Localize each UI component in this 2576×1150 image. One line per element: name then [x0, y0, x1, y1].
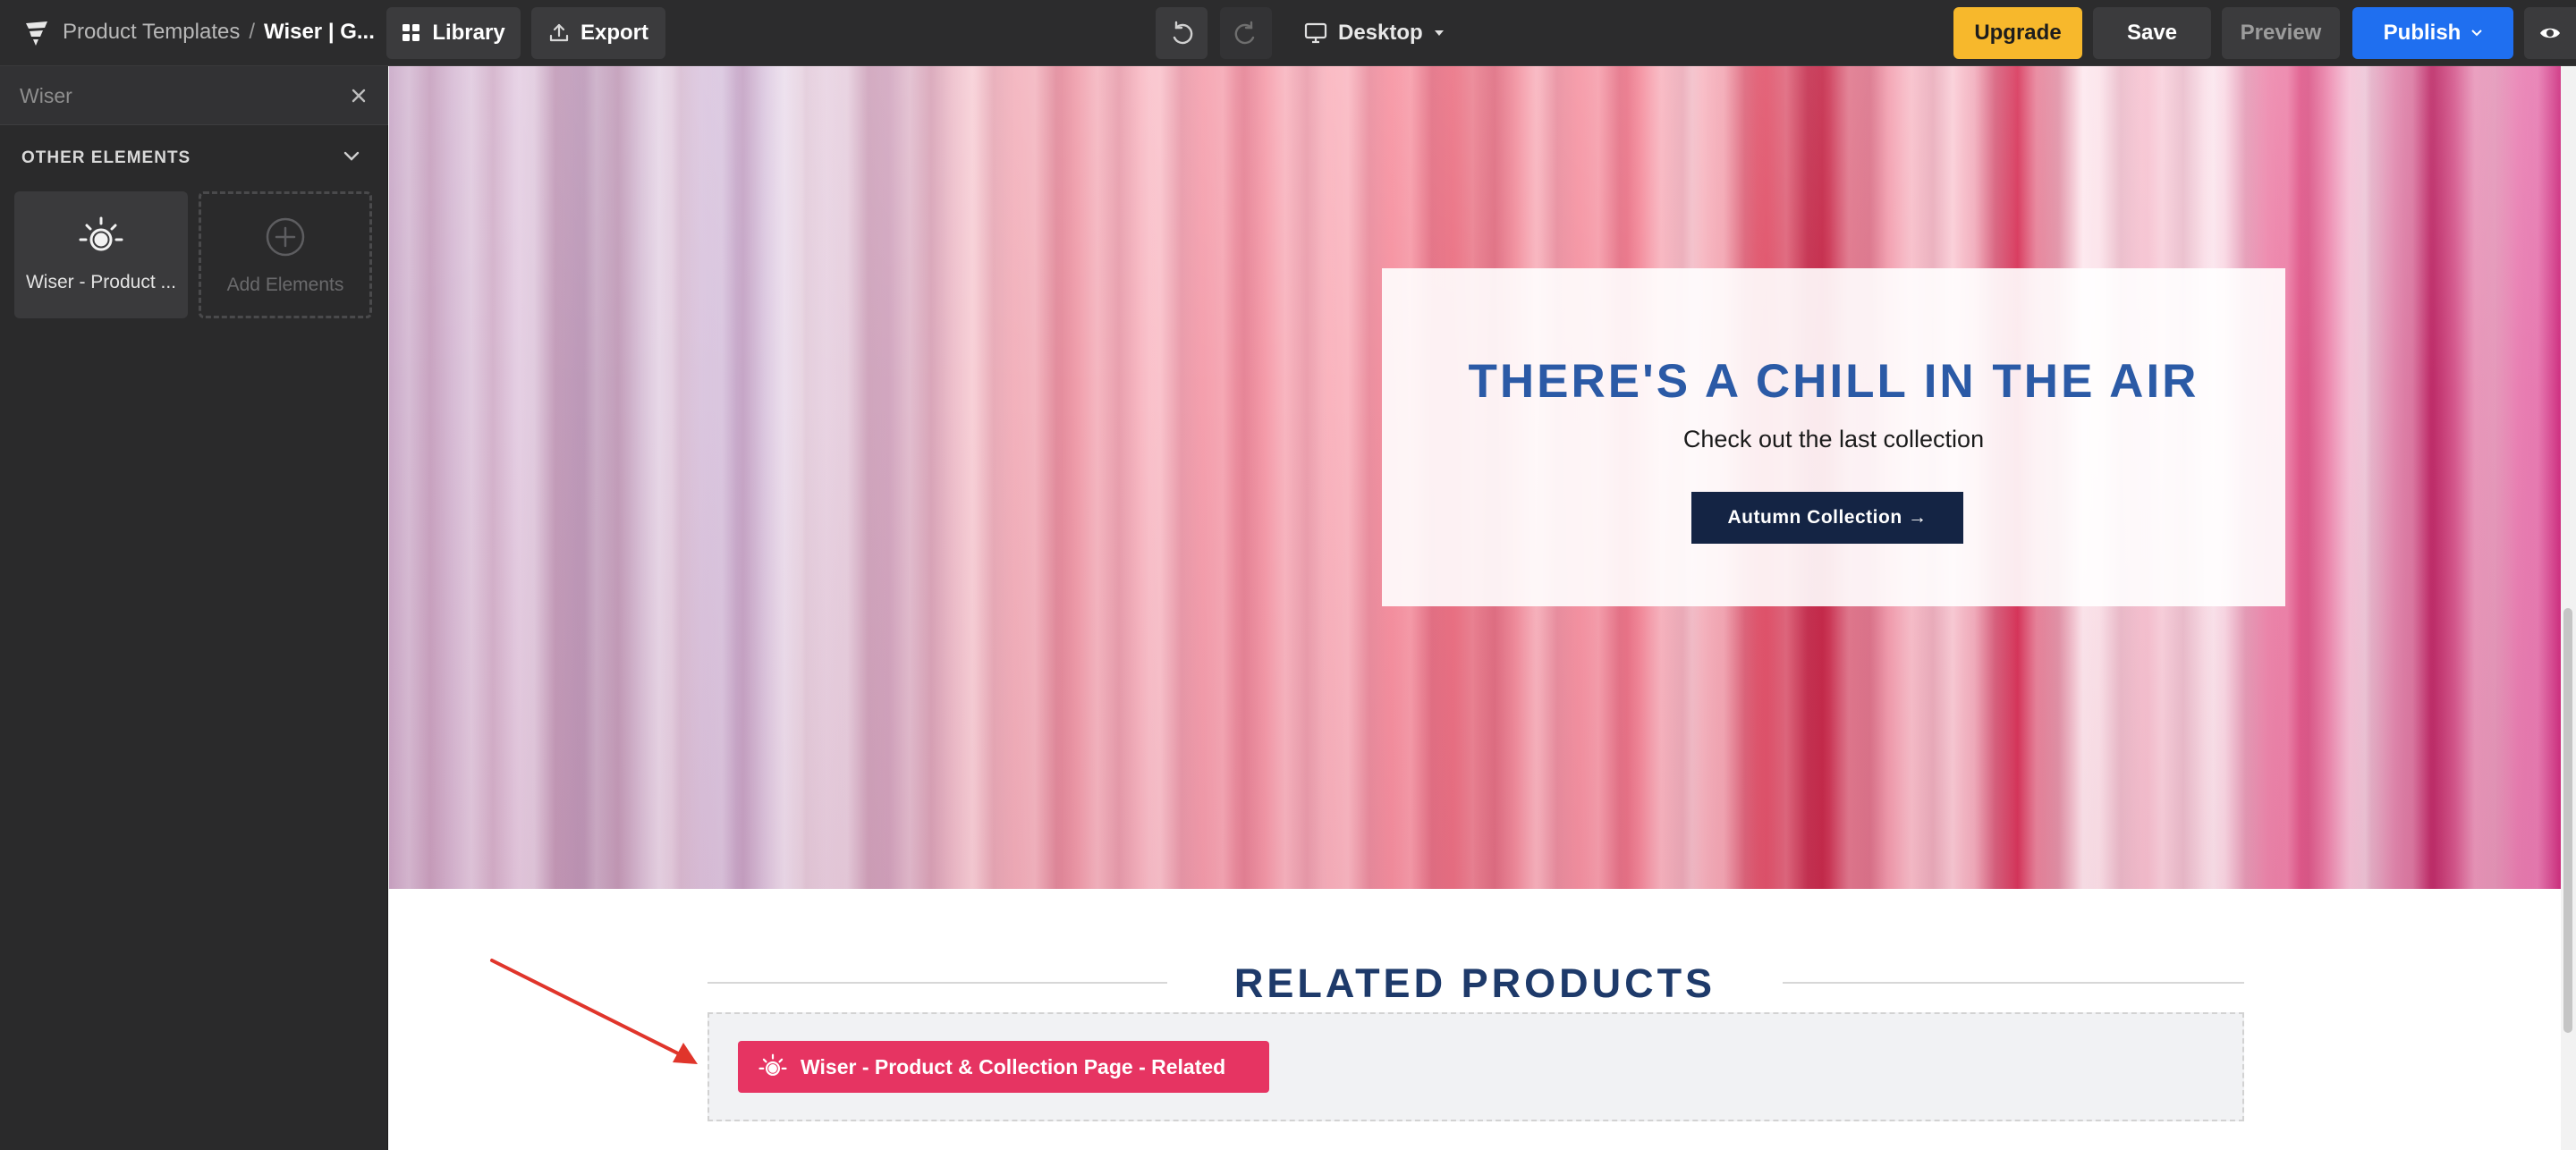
visibility-button[interactable]: [2524, 7, 2576, 59]
undo-button[interactable]: [1156, 7, 1208, 59]
section-title-other-elements[interactable]: OTHER ELEMENTS: [21, 148, 191, 168]
upgrade-label: Upgrade: [1974, 21, 2062, 45]
library-button[interactable]: Library: [386, 7, 521, 59]
add-elements-tile[interactable]: Add Elements: [199, 191, 372, 318]
related-products-dropzone[interactable]: Wiser - Product & Collection Page - Rela…: [708, 1012, 2244, 1121]
hero-banner[interactable]: THERE'S A CHILL IN THE AIR Check out the…: [389, 66, 2561, 889]
app-logo-icon[interactable]: [23, 18, 50, 48]
close-icon[interactable]: [345, 82, 372, 109]
device-selector[interactable]: Desktop: [1304, 7, 1445, 59]
breadcrumb-root[interactable]: Product Templates: [63, 20, 240, 45]
eye-icon: [2540, 28, 2560, 38]
element-tile-label: Wiser - Product ...: [25, 272, 177, 292]
upload-icon: [549, 23, 569, 42]
library-label: Library: [432, 21, 505, 45]
export-button[interactable]: Export: [531, 7, 665, 59]
breadcrumb-current[interactable]: Wiser | G...: [264, 20, 375, 45]
publish-button[interactable]: Publish: [2352, 7, 2513, 59]
save-label: Save: [2126, 21, 2178, 45]
plus-circle-icon: [266, 217, 305, 257]
save-button[interactable]: Save: [2093, 7, 2211, 59]
wiser-sun-icon: [79, 216, 123, 251]
wiser-sun-icon: [758, 1053, 787, 1076]
annotation-arrow-icon: [490, 959, 698, 1064]
device-label: Desktop: [1338, 21, 1423, 45]
publish-label: Publish: [2383, 21, 2462, 45]
hero-subtitle[interactable]: Check out the last collection: [1382, 426, 2285, 453]
hero-text-card[interactable]: THERE'S A CHILL IN THE AIR Check out the…: [1382, 268, 2285, 606]
upgrade-button[interactable]: Upgrade: [1953, 7, 2082, 59]
preview-label: Preview: [2240, 21, 2322, 45]
hero-title[interactable]: THERE'S A CHILL IN THE AIR: [1382, 354, 2285, 409]
elements-sidebar: OTHER ELEMENTS Wiser - Product ... Add E…: [0, 66, 388, 1150]
monitor-icon: [1304, 22, 1327, 44]
search-input[interactable]: [20, 79, 324, 113]
preview-button[interactable]: Preview: [2222, 7, 2340, 59]
undo-icon: [1173, 21, 1193, 45]
canvas-scrollbar-thumb[interactable]: [2563, 608, 2572, 1033]
grid-icon: [402, 24, 420, 41]
search-bar: [0, 66, 388, 125]
element-tile-label: Add Elements: [226, 275, 344, 295]
redo-button[interactable]: [1220, 7, 1272, 59]
element-tile-wiser[interactable]: Wiser - Product ...: [14, 191, 188, 318]
breadcrumb-separator: /: [249, 20, 255, 44]
top-toolbar: Product Templates / Wiser | G... Library…: [0, 0, 2576, 66]
caret-down-icon: [1434, 30, 1444, 36]
export-label: Export: [580, 21, 648, 45]
chevron-down-icon[interactable]: [340, 145, 363, 168]
autumn-collection-button[interactable]: Autumn Collection →: [1691, 492, 1963, 544]
redo-icon: [1234, 21, 1255, 45]
breadcrumb: Product Templates / Wiser | G...: [63, 16, 375, 48]
wiser-widget-label: Wiser - Product & Collection Page - Rela…: [801, 1054, 1226, 1078]
chevron-down-icon: [2471, 30, 2483, 37]
wiser-related-widget[interactable]: Wiser - Product & Collection Page - Rela…: [738, 1041, 1269, 1093]
